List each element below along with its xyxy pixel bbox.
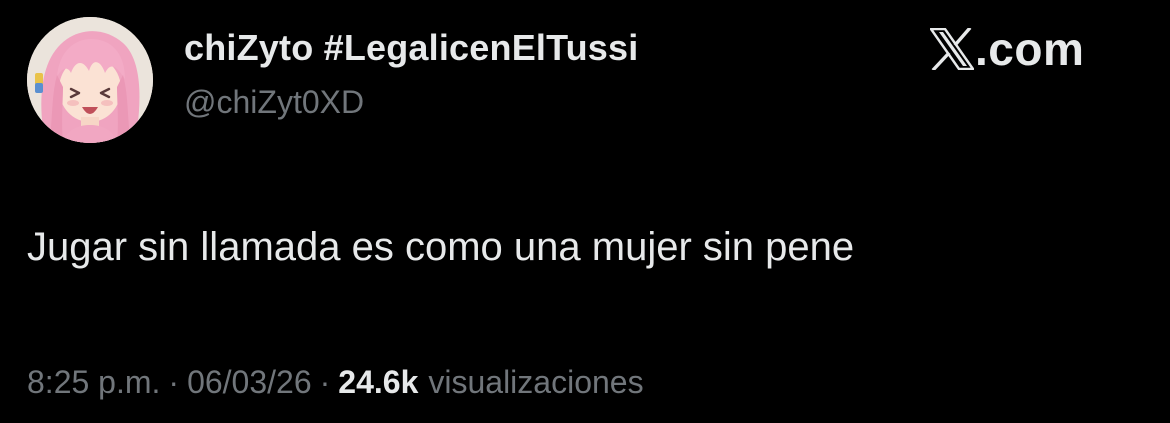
meta-separator: · [168, 364, 180, 400]
anime-avatar-icon [27, 17, 153, 143]
views-label[interactable]: visualizaciones [428, 364, 643, 401]
tweet-card: chiZyto #LegalicenElTussi @chiZyt0XD .co… [0, 0, 1170, 423]
brand-watermark: .com [930, 22, 1084, 76]
x-logo-icon [930, 28, 974, 70]
tweet-meta: 8:25 p.m. · 06/03/26 · 24.6k visualizaci… [27, 364, 644, 401]
author-handle[interactable]: @chiZyt0XD [184, 84, 364, 121]
brand-text: .com [975, 23, 1085, 75]
meta-separator: · [319, 364, 331, 400]
views-count[interactable]: 24.6k [338, 364, 418, 401]
tweet-time[interactable]: 8:25 p.m. [27, 364, 160, 401]
author-display-name[interactable]: chiZyto #LegalicenElTussi [184, 27, 638, 69]
tweet-text: Jugar sin llamada es como una mujer sin … [27, 225, 855, 269]
avatar[interactable] [27, 17, 153, 143]
tweet-date[interactable]: 06/03/26 [187, 364, 312, 401]
